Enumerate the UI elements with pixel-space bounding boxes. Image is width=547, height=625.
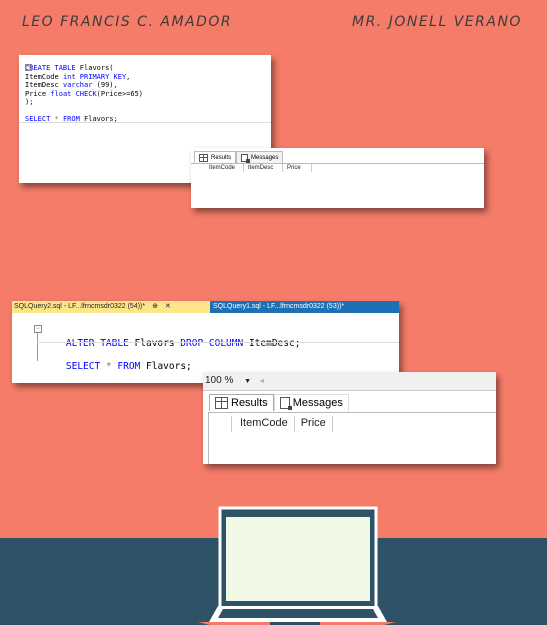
- column-header[interactable]: ItemCode: [231, 416, 295, 432]
- tab-sqlquery2[interactable]: SQLQuery2.sql - LF...lfrncmsdr0322 (54))…: [12, 301, 210, 313]
- tab-label: SQLQuery2.sql - LF...lfrncmsdr0322 (54))…: [14, 303, 146, 310]
- zoom-value: 100 %: [205, 375, 234, 386]
- code-line[interactable]: Price float CHECK(Price>=65): [25, 90, 143, 99]
- results-tab-label: Results: [231, 397, 268, 409]
- column-header[interactable]: ItemDesc: [244, 164, 283, 172]
- instructor-name: MR. JONELL VERANO: [352, 14, 522, 30]
- results-screenshot-2: 100 % ▼ ◂ Results Messages ItemCode Pric…: [203, 372, 496, 464]
- messages-tab-label: Messages: [251, 155, 279, 161]
- grid-left-border: [208, 412, 209, 464]
- results-tab-label: Results: [211, 155, 232, 161]
- messages-icon: [279, 397, 292, 410]
- editor-screenshot-2: SQLQuery2.sql - LF...lfrncmsdr0322 (54))…: [12, 301, 399, 383]
- grid-icon: [199, 154, 208, 162]
- editor-divider: [19, 122, 271, 123]
- code-line[interactable]: );: [25, 98, 143, 107]
- collapse-icon[interactable]: −: [25, 64, 32, 71]
- laptop-icon: [198, 506, 396, 625]
- close-icon[interactable]: ✕: [165, 303, 171, 310]
- code-line[interactable]: CREATE TABLE Flavors(: [25, 64, 143, 73]
- column-header[interactable]: Price: [283, 164, 312, 172]
- chevron-down-icon[interactable]: ▼: [244, 378, 251, 385]
- code-line[interactable]: ItemDesc varchar (99),: [25, 81, 143, 90]
- messages-icon: [241, 154, 251, 163]
- current-line-box: [37, 342, 399, 343]
- pin-icon[interactable]: ⊕: [152, 303, 158, 310]
- results-tab-2[interactable]: Results: [209, 394, 274, 411]
- zoom-select[interactable]: 100 % ▼ ◂: [205, 375, 264, 386]
- results-screenshot-1: Results Messages ItemCode ItemDesc Price: [191, 148, 484, 208]
- messages-tab-label: Messages: [292, 397, 343, 409]
- scroll-left-icon[interactable]: ◂: [260, 376, 264, 385]
- code-line[interactable]: [25, 107, 143, 116]
- tab-sqlquery1[interactable]: SQLQuery1.sql - LF...lfrncmsdr0322 (53))…: [213, 301, 344, 313]
- sql-editor-1[interactable]: CREATE TABLE Flavors(ItemCode int PRIMAR…: [25, 64, 143, 124]
- column-header[interactable]: Price: [295, 416, 333, 432]
- outline-line: [37, 333, 38, 361]
- column-header[interactable]: ItemCode: [205, 164, 244, 172]
- results-header-row: ItemCode ItemDesc Price: [205, 164, 312, 172]
- results-divider: [208, 412, 496, 413]
- code-line[interactable]: ItemCode int PRIMARY KEY,: [25, 73, 143, 82]
- grid-icon: [215, 397, 228, 409]
- sql-editor-2-line2[interactable]: SELECT * FROM Flavors;: [43, 349, 192, 385]
- collapse-icon[interactable]: −: [34, 325, 42, 333]
- messages-tab-2[interactable]: Messages: [273, 394, 349, 411]
- results-header-row: ItemCode Price: [231, 416, 333, 432]
- author-name: LEO FRANCIS C. AMADOR: [22, 14, 233, 30]
